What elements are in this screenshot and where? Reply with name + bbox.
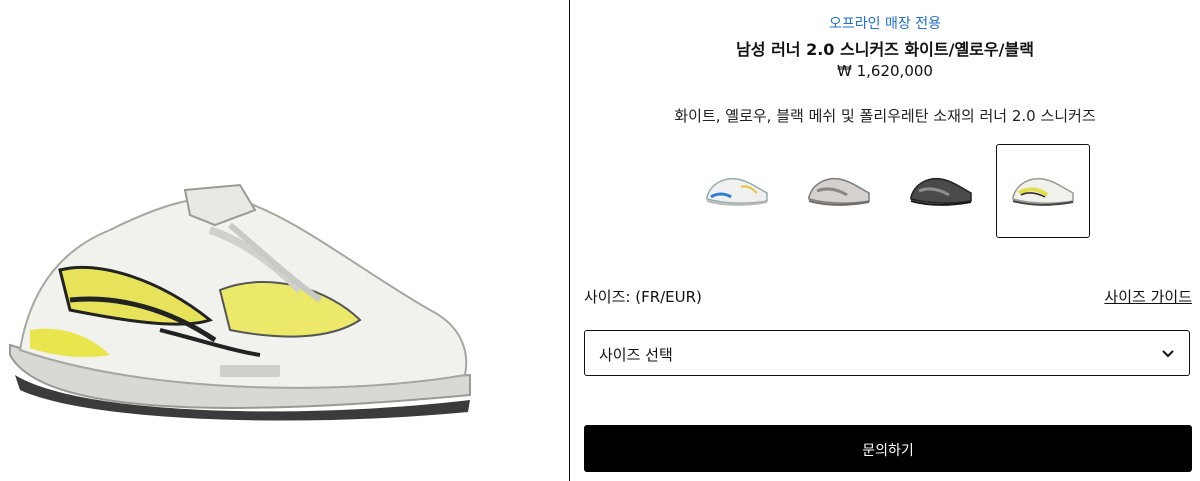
product-title: 남성 러너 2.0 스니커즈 화이트/옐로우/블랙 — [736, 40, 1034, 59]
sneaker-thumbnail-icon — [706, 177, 768, 206]
sneaker-thumbnail-icon — [1012, 177, 1074, 206]
swatch-white-blue[interactable] — [690, 144, 784, 238]
inquire-button[interactable]: 문의하기 — [584, 425, 1192, 472]
size-select[interactable]: 사이즈 선택 — [584, 330, 1190, 376]
swatch-grey[interactable] — [792, 144, 886, 238]
product-details-pane: 오프라인 매장 전용 남성 러너 2.0 스니커즈 화이트/옐로우/블랙 ₩ 1… — [570, 0, 1200, 481]
swatch-black[interactable] — [894, 144, 988, 238]
product-price: ₩ 1,620,000 — [837, 62, 933, 80]
product-main-image — [9, 183, 471, 421]
chevron-down-icon — [1162, 350, 1174, 358]
color-swatches — [690, 144, 1090, 238]
sneaker-thumbnail-icon — [910, 177, 972, 206]
size-select-value: 사이즈 선택 — [599, 346, 673, 364]
swatch-white-yellow-black[interactable] — [996, 144, 1090, 238]
product-image-pane — [0, 0, 569, 481]
product-description: 화이트, 옐로우, 블랙 메쉬 및 폴리우레탄 소재의 러너 2.0 스니커즈 — [674, 107, 1096, 125]
availability-note: 오프라인 매장 전용 — [829, 16, 941, 32]
inquire-button-label: 문의하기 — [862, 443, 914, 459]
sneaker-thumbnail-icon — [808, 177, 870, 206]
size-guide-link[interactable]: 사이즈 가이드 — [1104, 286, 1192, 307]
size-label: 사이즈: (FR/EUR) — [584, 288, 702, 306]
